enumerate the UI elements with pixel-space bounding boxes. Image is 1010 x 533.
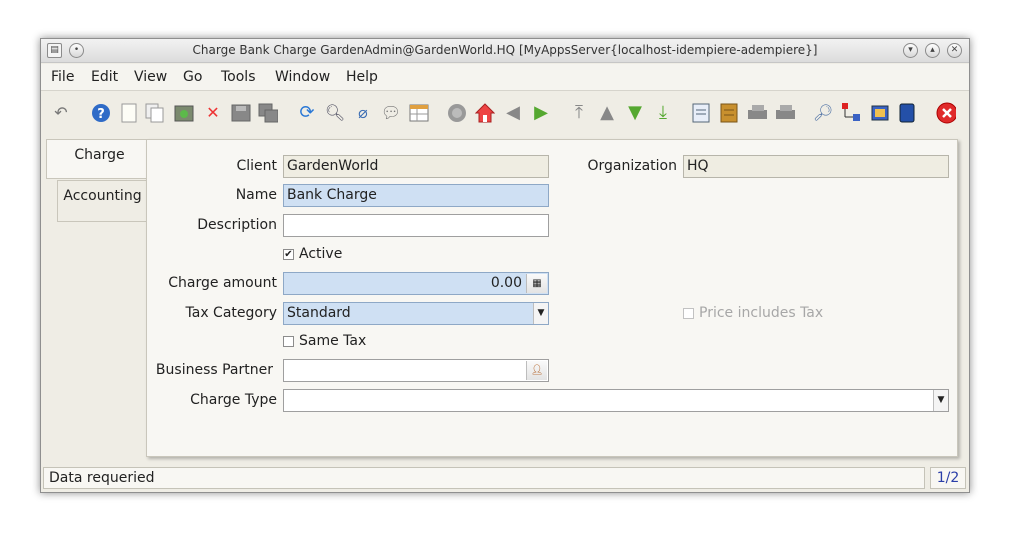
charge-type-select[interactable]: ▼ <box>283 389 949 412</box>
menu-view[interactable]: View <box>134 69 167 85</box>
status-message: Data requeried <box>43 467 925 489</box>
workflow-icon[interactable] <box>841 103 861 123</box>
copy-record-icon[interactable] <box>145 103 165 123</box>
active-label: Active <box>299 246 343 262</box>
first-record-icon[interactable]: ⤒ <box>569 103 589 123</box>
client-field: GardenWorld <box>283 155 549 178</box>
history-icon[interactable] <box>447 103 467 123</box>
tab-accounting[interactable]: Accounting <box>57 180 147 222</box>
menu-window[interactable]: Window <box>275 69 330 85</box>
same-tax-check-icon <box>283 335 294 347</box>
name-label: Name <box>235 187 277 203</box>
charge-type-label: Charge Type <box>190 392 277 408</box>
toolbar: ↶ ? ✕ ⟳ 🔍︎ ⌀ 💬︎ ◀ ▶ ⤒ ▲ ▼ ⤓ 🔎︎ <box>41 92 969 134</box>
menu-file[interactable]: File <box>51 69 74 85</box>
window-title: Charge Bank Charge GardenAdmin@GardenWor… <box>192 43 818 57</box>
tax-category-select[interactable]: Standard ▼ <box>283 302 549 325</box>
chevron-down-icon[interactable]: ▼ <box>533 303 548 324</box>
charge-amount-label: Charge amount <box>168 275 277 291</box>
price-includes-tax-checkbox[interactable]: Price includes Tax <box>683 305 823 321</box>
menu-edit[interactable]: Edit <box>91 69 118 85</box>
organization-field: HQ <box>683 155 949 178</box>
application-window: ▤ • Charge Bank Charge GardenAdmin@Garde… <box>40 38 970 493</box>
next-record-icon[interactable]: ▼ <box>625 103 645 123</box>
calculator-icon[interactable]: ▦ <box>526 274 547 293</box>
close-icon[interactable]: ✕ <box>947 43 962 58</box>
last-record-icon[interactable]: ⤓ <box>653 103 673 123</box>
status-bar: Data requeried 1/2 <box>41 467 969 491</box>
back-icon[interactable]: ◀ <box>503 103 523 123</box>
new-record-icon[interactable] <box>119 103 139 123</box>
business-partner-field[interactable]: 👤︎ <box>283 359 549 382</box>
forward-icon[interactable]: ▶ <box>531 103 551 123</box>
print-preview-icon[interactable] <box>747 103 767 123</box>
save-multiple-icon[interactable] <box>258 103 278 123</box>
minimize-icon[interactable]: ▾ <box>903 43 918 58</box>
svg-text:?: ? <box>97 107 105 122</box>
charge-amount-field[interactable]: 0.00 ▦ <box>283 272 549 295</box>
charge-amount-value: 0.00 <box>490 275 522 291</box>
attachment-icon[interactable]: ⌀ <box>353 103 373 123</box>
organization-label: Organization <box>587 158 677 174</box>
price-includes-tax-check-icon <box>683 307 694 319</box>
undo-icon[interactable]: ↶ <box>51 103 71 123</box>
tax-category-value: Standard <box>287 305 351 321</box>
archive-icon[interactable] <box>719 103 739 123</box>
record-count[interactable]: 1/2 <box>930 467 966 489</box>
active-check-icon: ✔ <box>283 248 294 260</box>
menu-help[interactable]: Help <box>346 69 378 85</box>
zoom-across-icon[interactable]: 🔎︎ <box>813 103 833 123</box>
business-partner-label: Business Partner <box>155 362 273 378</box>
print-icon[interactable] <box>775 103 795 123</box>
tab-charge[interactable]: Charge <box>46 139 152 179</box>
help-icon[interactable]: ? <box>91 103 111 123</box>
title-bar: ▤ • Charge Bank Charge GardenAdmin@Garde… <box>41 39 969 63</box>
previous-record-icon[interactable]: ▲ <box>597 103 617 123</box>
refresh-icon[interactable]: ⟳ <box>297 103 317 123</box>
business-partner-lookup-icon[interactable]: 👤︎ <box>526 361 547 380</box>
chat-icon[interactable]: 💬︎ <box>381 103 401 123</box>
same-tax-label: Same Tax <box>299 333 367 349</box>
menu-go[interactable]: Go <box>183 69 202 85</box>
end-icon[interactable] <box>897 103 917 123</box>
menu-bar: File Edit View Go Tools Window Help <box>41 64 969 91</box>
delete-icon[interactable]: ✕ <box>203 103 223 123</box>
product-info-icon[interactable] <box>869 103 889 123</box>
description-field[interactable] <box>283 214 549 237</box>
same-tax-checkbox[interactable]: Same Tax <box>283 333 366 349</box>
find-icon[interactable]: 🔍︎ <box>325 103 345 123</box>
description-label: Description <box>197 217 277 233</box>
tax-category-label: Tax Category <box>185 305 278 321</box>
record-form: Client GardenWorld Organization HQ Name … <box>146 139 958 457</box>
name-field[interactable]: Bank Charge <box>283 184 549 207</box>
active-checkbox[interactable]: ✔ Active <box>283 246 342 262</box>
report-icon[interactable] <box>691 103 711 123</box>
save-archive-icon[interactable] <box>174 103 194 123</box>
close-window-icon[interactable] <box>936 102 956 124</box>
grid-toggle-icon[interactable] <box>409 103 429 123</box>
price-includes-tax-label: Price includes Tax <box>699 305 824 321</box>
client-label: Client <box>236 158 277 174</box>
home-icon[interactable] <box>475 103 495 123</box>
maximize-icon[interactable]: ▴ <box>925 43 940 58</box>
save-icon[interactable] <box>231 103 251 123</box>
charge-type-chevron-down-icon[interactable]: ▼ <box>933 390 948 411</box>
menu-tools[interactable]: Tools <box>221 69 256 85</box>
